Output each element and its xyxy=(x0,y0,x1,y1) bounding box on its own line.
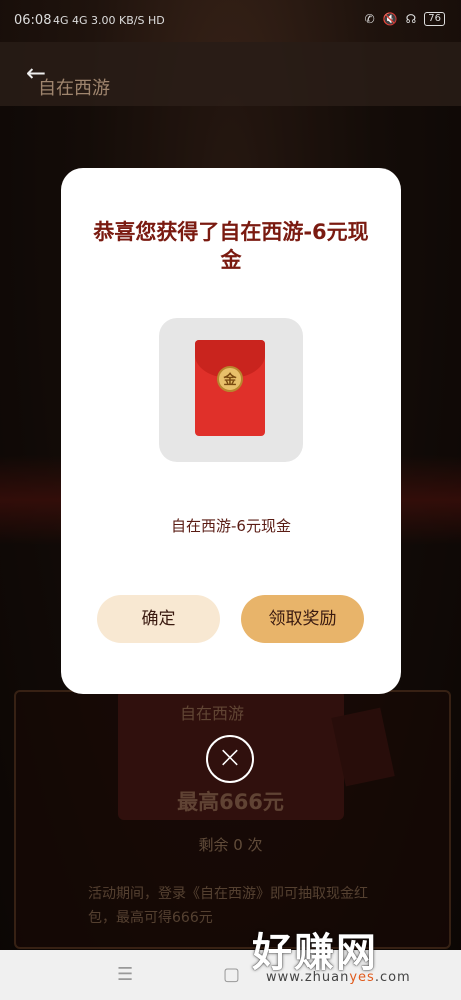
status-time: 06:08 xyxy=(14,13,52,28)
battery-indicator: 76 xyxy=(424,12,445,26)
status-network: 4G 4G 3.00 KB/S HD xyxy=(53,14,165,27)
close-icon[interactable]: × xyxy=(206,735,254,783)
call-icon: ✆ xyxy=(364,12,375,26)
dialog-title: 恭喜您获得了自在西游-6元现金 xyxy=(93,220,369,272)
headphone-icon: ☊ xyxy=(405,12,417,26)
prize-image-tile: 金 xyxy=(159,318,303,462)
app-logo: 自在西游 xyxy=(38,78,110,99)
watermark-url-suffix: .com xyxy=(374,970,411,985)
app-header: ← 自在西游 xyxy=(0,42,461,106)
menu-icon[interactable]: ☰ xyxy=(117,964,133,985)
reward-dialog: 恭喜您获得了自在西游-6元现金 金 自在西游-6元现金 确定 领取奖励 xyxy=(61,168,401,694)
watermark-url-highlight: yes xyxy=(349,970,375,985)
confirm-button[interactable]: 确定 xyxy=(97,595,220,643)
prize-name: 自在西游-6元现金 xyxy=(171,517,291,535)
watermark-url-prefix: www.zhuan xyxy=(266,970,350,985)
status-right-icons: ✆ 🔇 ☊ 76 xyxy=(365,12,445,26)
gold-coin-icon: 金 xyxy=(217,366,243,392)
mute-icon: 🔇 xyxy=(382,12,398,26)
watermark: 好赚网 www.zhuanyes.com xyxy=(252,920,457,995)
red-envelope-icon: 金 xyxy=(195,340,265,436)
home-icon[interactable]: ▢ xyxy=(223,964,240,985)
status-bar: 06:08 4G 4G 3.00 KB/S HD ✆ 🔇 ☊ 76 xyxy=(0,0,461,42)
watermark-url: www.zhuanyes.com xyxy=(266,970,411,985)
claim-reward-button[interactable]: 领取奖励 xyxy=(241,595,364,643)
